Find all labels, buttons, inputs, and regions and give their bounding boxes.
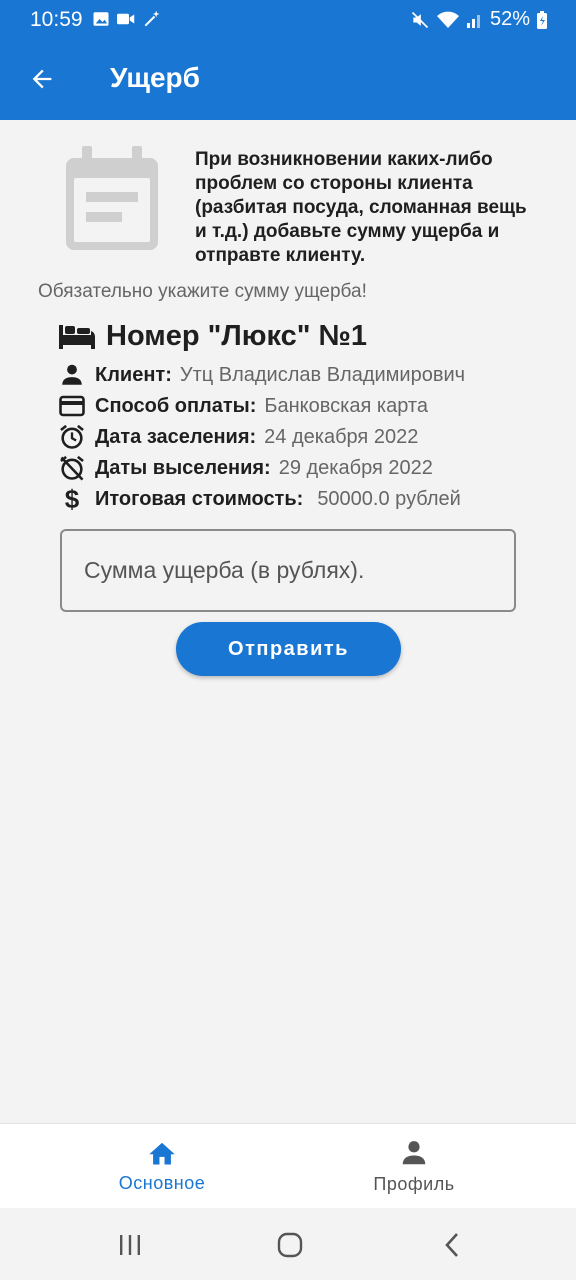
- total-label: Итоговая стоимость:: [95, 487, 304, 510]
- home-system-button[interactable]: [270, 1228, 310, 1262]
- recent-apps-button[interactable]: [110, 1228, 150, 1262]
- credit-card-icon: [59, 395, 85, 417]
- video-icon: [117, 13, 135, 25]
- signal-icon: [466, 14, 480, 28]
- app-bar: Ущерб: [0, 38, 576, 120]
- send-button[interactable]: Отправить: [176, 622, 401, 676]
- total-row: $ Итоговая стоимость: 50000.0 рублей: [58, 485, 461, 513]
- magic-wand-icon: [144, 10, 160, 27]
- alarm-off-icon: [60, 455, 84, 481]
- checkout-label: Даты выселения:: [95, 456, 271, 479]
- payment-value: Банковская карта: [264, 394, 428, 417]
- client-label: Клиент:: [95, 363, 172, 386]
- recent-apps-icon: [120, 1235, 140, 1255]
- nav-profile[interactable]: Профиль: [270, 1124, 558, 1209]
- chevron-left-icon: [445, 1233, 458, 1257]
- image-icon: [93, 12, 109, 26]
- home-circle-icon: [277, 1232, 303, 1258]
- checkin-row: Дата заселения: 24 декабря 2022: [58, 423, 418, 451]
- alarm-icon: [60, 424, 84, 449]
- mute-icon: [411, 11, 429, 28]
- room-header: Номер "Люкс" №1: [58, 320, 367, 353]
- client-row: Клиент: Утц Владислав Владимирович: [58, 361, 465, 389]
- nav-home-label: Основное: [118, 1173, 206, 1193]
- battery-percent: 52%: [489, 8, 530, 30]
- back-button[interactable]: [22, 59, 62, 99]
- home-icon: [149, 1142, 175, 1165]
- page-title: Ущерб: [110, 62, 200, 93]
- system-navigation-bar: [0, 1208, 576, 1280]
- bed-icon: [59, 324, 95, 349]
- battery-icon: [537, 10, 547, 29]
- svg-text:$: $: [65, 485, 80, 513]
- damage-amount-input[interactable]: [60, 529, 516, 612]
- status-bar: 10:59 52%: [0, 0, 576, 38]
- person-icon: [62, 364, 82, 385]
- checkin-label: Дата заселения:: [95, 425, 257, 448]
- checkin-value: 24 декабря 2022: [264, 425, 419, 448]
- calendar-note-icon: [64, 146, 160, 257]
- damage-instructions: При возникновении каких-либо проблем со …: [195, 149, 527, 266]
- bottom-navigation: Основное Профиль: [0, 1123, 576, 1208]
- payment-row: Способ оплаты: Банковская карта: [58, 392, 428, 420]
- total-value: 50000.0 рублей: [317, 487, 461, 510]
- checkout-row: Даты выселения: 29 декабря 2022: [58, 454, 433, 482]
- nav-profile-label: Профиль: [373, 1174, 455, 1194]
- required-hint: Обязательно укажите сумму ущерба!: [38, 281, 367, 302]
- arrow-back-icon: [32, 69, 52, 89]
- room-title: Номер "Люкс" №1: [106, 320, 368, 352]
- client-value: Утц Владислав Владимирович: [179, 363, 466, 386]
- person-icon: [402, 1141, 426, 1165]
- dollar-icon: $: [65, 485, 80, 513]
- wifi-icon: [436, 11, 459, 28]
- nav-home[interactable]: Основное: [18, 1124, 306, 1209]
- back-system-button[interactable]: [432, 1228, 472, 1262]
- payment-label: Способ оплаты:: [95, 394, 257, 417]
- checkout-value: 29 декабря 2022: [278, 456, 433, 479]
- status-time: 10:59: [30, 8, 83, 31]
